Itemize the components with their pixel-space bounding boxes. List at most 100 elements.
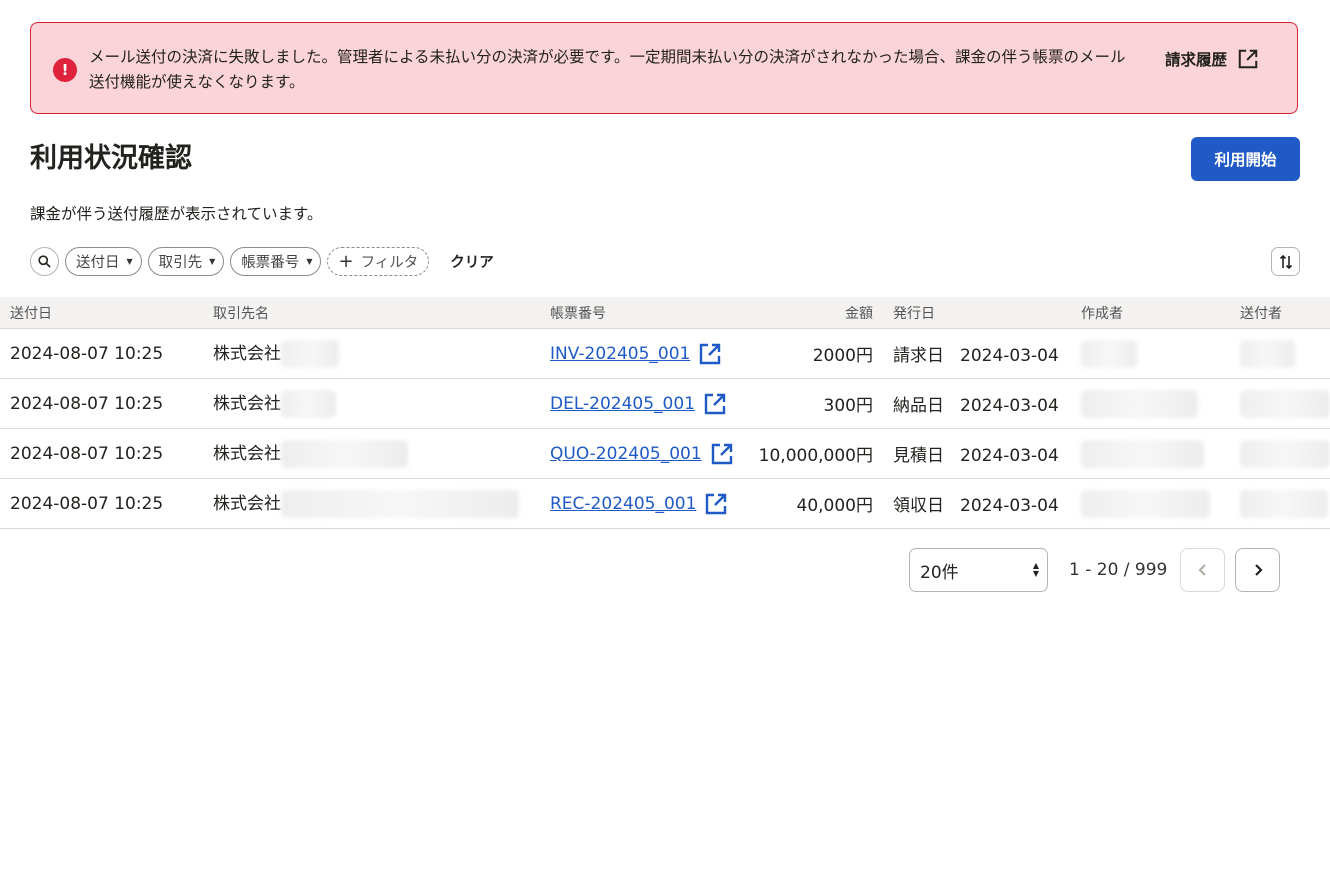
sent-date-cell: 2024-08-07 10:25	[0, 428, 203, 479]
caret-down-icon: ▼	[209, 257, 216, 266]
column-header-sent-date[interactable]: 送付日	[0, 297, 203, 329]
previous-page-button[interactable]	[1180, 548, 1225, 592]
redacted-sender	[1240, 489, 1328, 518]
chevron-left-icon	[1197, 564, 1206, 576]
doc-number-cell: INV-202405_001	[540, 328, 745, 379]
doc-number-link[interactable]: QUO-202405_001	[550, 444, 702, 464]
page-title: 利用状況確認	[30, 143, 192, 174]
external-link-icon[interactable]	[703, 392, 727, 416]
table-header-row: 送付日 取引先名 帳票番号 金額 発行日 作成者 送付者	[0, 297, 1330, 329]
select-arrows-icon: ▲ ▼	[1032, 561, 1039, 578]
external-link-icon[interactable]	[704, 492, 728, 516]
sort-button[interactable]	[1271, 247, 1300, 276]
start-usage-button[interactable]: 利用開始	[1191, 137, 1300, 181]
plus-icon: +	[338, 250, 354, 272]
issue-date-value: 2024-03-04	[960, 346, 1059, 366]
clear-filters-button[interactable]: クリア	[444, 250, 500, 273]
page-range: 1 - 20 / 999	[1069, 560, 1168, 580]
page-size-value: 20件	[920, 562, 959, 583]
error-icon: !	[53, 58, 77, 82]
client-name-prefix: 株式会社	[213, 444, 281, 464]
redacted-client-name	[281, 440, 408, 468]
billing-history-link[interactable]: 請求履歴	[1165, 47, 1259, 71]
doc-number-cell: DEL-202405_001	[540, 378, 745, 429]
creator-cell	[1071, 478, 1230, 529]
redacted-creator	[1081, 389, 1198, 418]
creator-cell	[1071, 328, 1230, 379]
sending-history-table: 送付日 取引先名 帳票番号 金額 発行日 作成者 送付者 2024-08-07 …	[0, 297, 1330, 529]
sender-cell	[1230, 428, 1330, 479]
sender-cell	[1230, 478, 1330, 529]
next-page-button[interactable]	[1235, 548, 1280, 592]
table-row: 2024-08-07 10:25 株式会社 INV-202405_001 200…	[0, 328, 1330, 379]
filter-bar: 送付日 ▼ 取引先 ▼ 帳票番号 ▼ + フィルタ クリア	[30, 247, 500, 276]
date-type-label: 請求日	[893, 346, 944, 366]
creator-cell	[1071, 378, 1230, 429]
column-header-issue-date[interactable]: 発行日	[883, 297, 1071, 329]
redacted-client-name	[281, 390, 336, 418]
search-icon	[38, 255, 51, 268]
redacted-creator	[1081, 439, 1204, 468]
add-filter-label: フィルタ	[360, 255, 419, 271]
filter-chip-sent-date[interactable]: 送付日 ▼	[65, 247, 142, 276]
pagination: 20件 ▲ ▼ 1 - 20 / 999	[909, 548, 1280, 592]
column-header-creator[interactable]: 作成者	[1071, 297, 1230, 329]
sent-date-cell: 2024-08-07 10:25	[0, 328, 203, 379]
redacted-sender	[1240, 439, 1330, 468]
sent-date-cell: 2024-08-07 10:25	[0, 378, 203, 429]
date-type-label: 領収日	[893, 496, 944, 516]
doc-number-link[interactable]: DEL-202405_001	[550, 394, 695, 414]
alert-message: メール送付の決済に失敗しました。管理者による未払い分の決済が必要です。一定期間未…	[89, 48, 1126, 91]
redacted-creator	[1081, 339, 1137, 368]
column-header-sender[interactable]: 送付者	[1230, 297, 1330, 329]
page-size-select[interactable]: 20件 ▲ ▼	[909, 548, 1048, 592]
client-cell: 株式会社	[203, 378, 540, 429]
issue-date-value: 2024-03-04	[960, 446, 1059, 466]
amount-cell: 10,000,000円	[745, 428, 883, 479]
external-link-icon[interactable]	[710, 442, 734, 466]
sender-cell	[1230, 378, 1330, 429]
amount-cell: 2000円	[745, 328, 883, 379]
filter-chip-doc-number[interactable]: 帳票番号 ▼	[230, 247, 322, 276]
column-header-doc-number[interactable]: 帳票番号	[540, 297, 745, 329]
amount-cell: 300円	[745, 378, 883, 429]
external-link-icon	[1238, 49, 1258, 69]
client-name-prefix: 株式会社	[213, 494, 281, 514]
external-link-icon[interactable]	[698, 342, 722, 366]
search-button[interactable]	[30, 247, 59, 276]
issue-date-value: 2024-03-04	[960, 396, 1059, 416]
doc-number-link[interactable]: INV-202405_001	[550, 344, 690, 364]
caret-down-icon: ▼	[306, 257, 313, 266]
redacted-client-name	[281, 340, 339, 368]
redacted-client-name	[281, 490, 519, 518]
doc-number-cell: QUO-202405_001	[540, 428, 745, 479]
caret-down-icon: ▼	[126, 257, 133, 266]
table-row: 2024-08-07 10:25 株式会社 DEL-202405_001 300…	[0, 378, 1330, 429]
doc-number-cell: REC-202405_001	[540, 478, 745, 529]
issue-date-cell: 見積日 2024-03-04	[883, 428, 1071, 479]
table-row: 2024-08-07 10:25 株式会社 REC-202405_001 40,…	[0, 478, 1330, 529]
client-name-prefix: 株式会社	[213, 394, 281, 414]
client-cell: 株式会社	[203, 428, 540, 479]
billing-history-label: 請求履歴	[1165, 51, 1228, 69]
filter-chip-client[interactable]: 取引先 ▼	[147, 247, 225, 276]
creator-cell	[1071, 428, 1230, 479]
chevron-right-icon	[1254, 564, 1263, 576]
error-alert: ! メール送付の決済に失敗しました。管理者による未払い分の決済が必要です。一定期…	[30, 22, 1298, 114]
issue-date-cell: 納品日 2024-03-04	[883, 378, 1071, 429]
table-row: 2024-08-07 10:25 株式会社 QUO-202405_001 10,…	[0, 428, 1330, 479]
page-description: 課金が伴う送付履歴が表示されています。	[30, 205, 323, 223]
filter-chip-label: 送付日	[76, 255, 120, 271]
column-header-amount[interactable]: 金額	[745, 297, 883, 329]
column-header-client[interactable]: 取引先名	[203, 297, 540, 329]
redacted-sender	[1240, 389, 1330, 418]
doc-number-link[interactable]: REC-202405_001	[550, 494, 696, 514]
client-cell: 株式会社	[203, 328, 540, 379]
add-filter-button[interactable]: + フィルタ	[327, 247, 430, 276]
client-cell: 株式会社	[203, 478, 540, 529]
date-type-label: 見積日	[893, 446, 944, 466]
amount-cell: 40,000円	[745, 478, 883, 529]
issue-date-cell: 請求日 2024-03-04	[883, 328, 1071, 379]
date-type-label: 納品日	[893, 396, 944, 416]
redacted-creator	[1081, 489, 1210, 518]
